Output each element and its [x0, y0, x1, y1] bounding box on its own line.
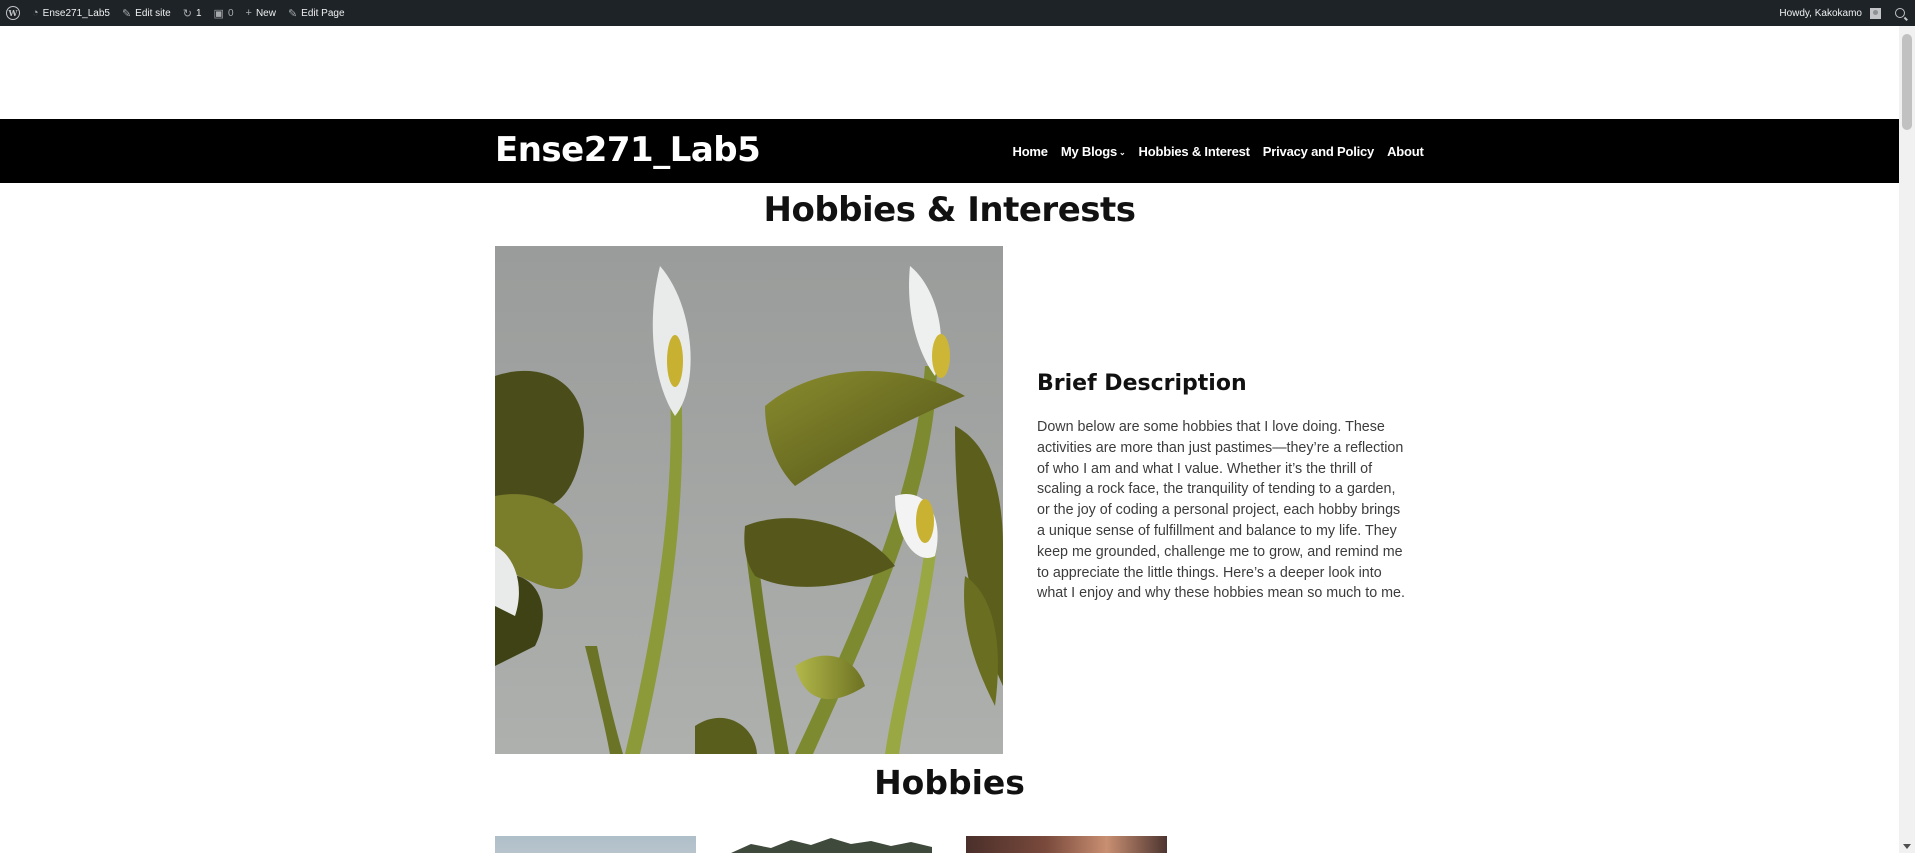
my-account-link[interactable]: Howdy, Kakokamo	[1773, 0, 1887, 26]
pencil-icon: ✎	[121, 7, 132, 20]
description-text: Down below are some hobbies that I love …	[1037, 419, 1405, 602]
hobby-image-3	[966, 836, 1167, 853]
new-content-link[interactable]: + New	[240, 0, 282, 26]
edit-site-link[interactable]: ✎ Edit site	[116, 0, 177, 26]
nav-item-about[interactable]: About	[1381, 144, 1431, 159]
comment-icon: ▣	[213, 7, 224, 20]
edit-site-label: Edit site	[135, 7, 171, 19]
hobby-image-2	[731, 836, 932, 853]
scrollbar-thumb[interactable]	[1902, 34, 1912, 130]
nav-item-hobbies[interactable]: Hobbies & Interest	[1132, 144, 1256, 159]
plus-icon: +	[245, 7, 252, 19]
updates-count: 1	[195, 7, 202, 19]
edit-icon: ✎	[287, 7, 298, 20]
wp-menu[interactable]: W	[0, 0, 26, 26]
scroll-down-arrow-icon[interactable]	[1903, 844, 1911, 849]
site-name-label: Ense271_Lab5	[42, 7, 110, 19]
hobby-image-1	[495, 836, 696, 853]
updates-link[interactable]: ↻ 1	[177, 0, 208, 26]
dashboard-icon: ◔	[32, 7, 39, 19]
primary-nav: Home My Blogs ⌄ Hobbies & Interest Privac…	[1006, 119, 1430, 183]
site-header: Ense271_Lab5 Home My Blogs ⌄ Hobbies & In…	[0, 119, 1899, 183]
nav-item-my-blogs-label: My Blogs	[1060, 143, 1118, 159]
search-icon[interactable]	[1895, 8, 1905, 18]
page-title: Hobbies & Interests	[763, 190, 1137, 230]
edit-page-link[interactable]: ✎ Edit Page	[282, 0, 351, 26]
new-label: New	[255, 7, 276, 19]
greeting: Howdy, Kakokamo	[1779, 7, 1862, 19]
calla-lily-image	[495, 246, 1003, 754]
page-scrollbar[interactable]	[1899, 26, 1915, 853]
admin-bar: W ◔ Ense271_Lab5 ✎ Edit site ↻ 1 ▣ 0 + N…	[0, 0, 1915, 26]
wordpress-logo-icon: W	[6, 6, 20, 20]
site-title[interactable]: Ense271_Lab5	[495, 131, 761, 169]
nav-item-home[interactable]: Home	[1006, 144, 1054, 159]
update-icon: ↻	[182, 7, 192, 20]
nav-item-my-blogs[interactable]: My Blogs ⌄	[1054, 144, 1132, 159]
nav-item-privacy[interactable]: Privacy and Policy	[1256, 144, 1380, 159]
edit-page-label: Edit Page	[301, 7, 345, 19]
site-name-link[interactable]: ◔ Ense271_Lab5	[26, 0, 116, 26]
chevron-down-icon: ⌄	[1119, 147, 1126, 157]
avatar-icon	[1870, 7, 1881, 19]
hobbies-heading: Hobbies	[874, 763, 1025, 802]
comments-link[interactable]: ▣ 0	[208, 0, 240, 26]
description-heading: Brief Description	[1037, 371, 1247, 396]
hobby-image-2-trees	[731, 838, 932, 853]
comments-count: 0	[227, 7, 234, 19]
